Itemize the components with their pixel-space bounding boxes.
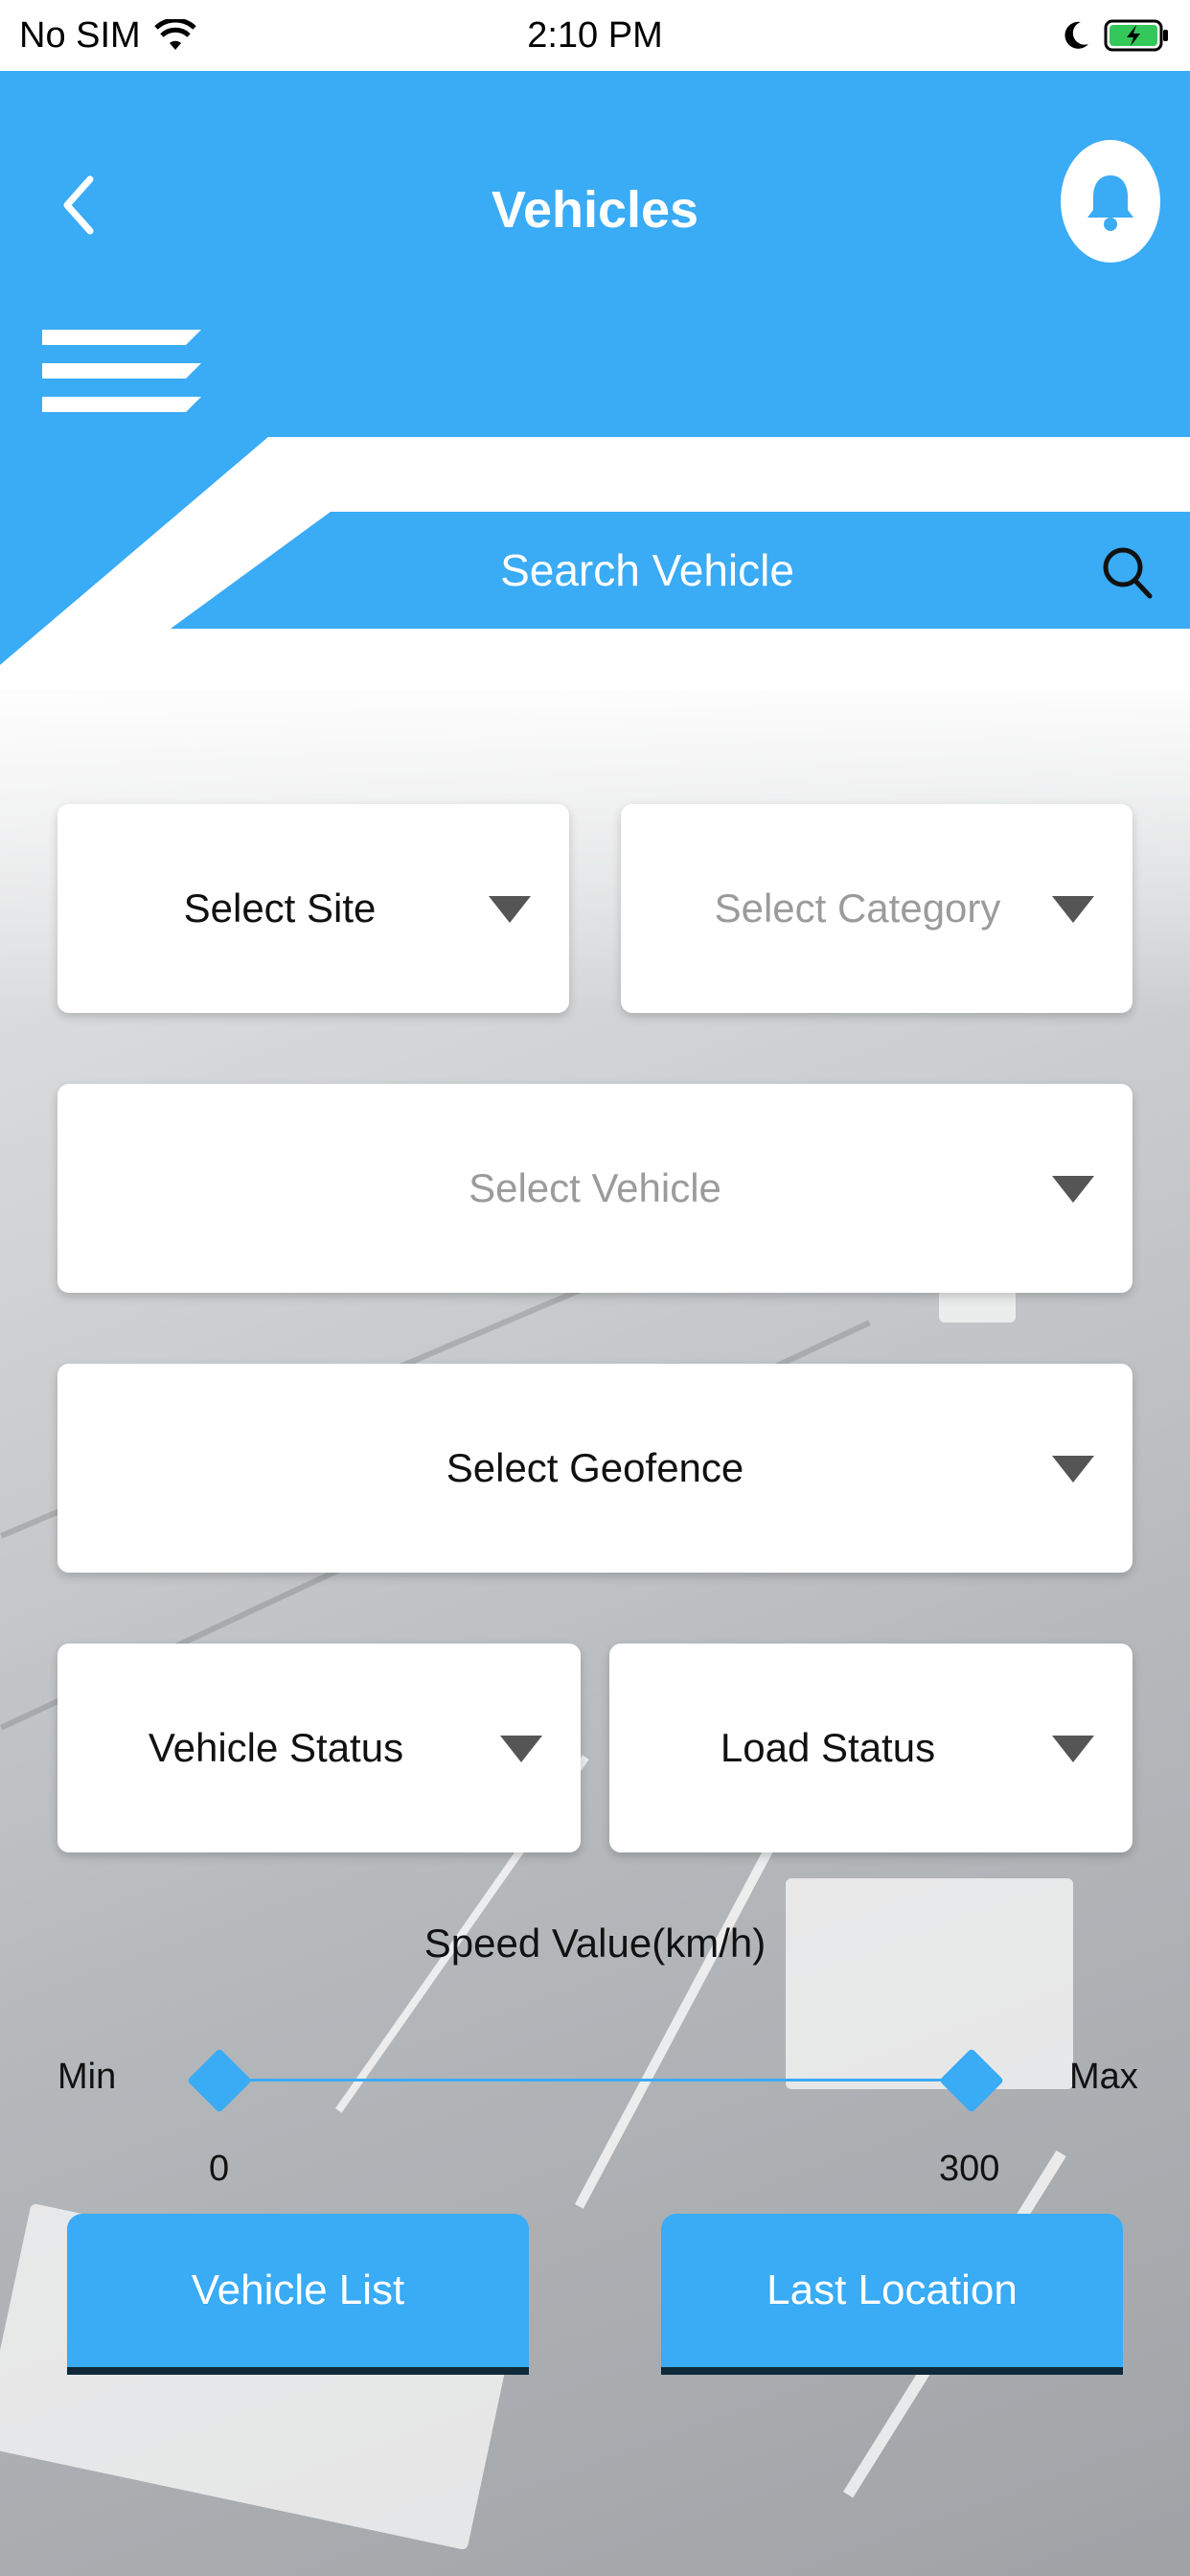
hamburger-menu-icon[interactable] <box>42 330 201 412</box>
vehicle-status-label: Vehicle Status <box>148 1725 404 1770</box>
notifications-button[interactable] <box>1061 140 1160 263</box>
select-site-dropdown[interactable]: Select Site <box>57 804 569 1013</box>
slider-min-label: Min <box>57 2057 117 2097</box>
select-category-label: Select Category <box>714 886 1001 931</box>
speed-title: Speed Value(km/h) <box>423 1920 767 1966</box>
select-vehicle-dropdown[interactable]: Select Vehicle <box>57 1084 1133 1293</box>
vehicle-status-dropdown[interactable]: Vehicle Status <box>57 1644 581 1852</box>
caret-down-icon <box>1052 1736 1094 1762</box>
load-status-dropdown[interactable]: Load Status <box>609 1644 1133 1852</box>
select-geofence-label: Select Geofence <box>446 1445 744 1490</box>
select-category-dropdown[interactable]: Select Category <box>621 804 1133 1013</box>
select-site-label: Select Site <box>183 886 377 931</box>
search-icon[interactable] <box>1102 546 1154 600</box>
select-geofence-dropdown[interactable]: Select Geofence <box>57 1364 1133 1573</box>
caret-down-icon <box>1052 896 1094 923</box>
caret-down-icon <box>489 896 531 923</box>
slider-max-label: Max <box>1069 2057 1138 2097</box>
caret-down-icon <box>1052 1176 1094 1203</box>
speed-range-track[interactable] <box>220 2079 973 2082</box>
speed-min-value: 0 <box>209 2149 230 2189</box>
select-vehicle-label: Select Vehicle <box>469 1165 721 1210</box>
page-title: Vehicles <box>491 181 699 239</box>
load-status-label: Load Status <box>720 1725 936 1770</box>
vehicle-list-button[interactable]: Vehicle List <box>67 2214 529 2375</box>
caret-down-icon <box>1052 1456 1094 1483</box>
caret-down-icon <box>500 1736 542 1762</box>
last-location-button[interactable]: Last Location <box>661 2214 1123 2375</box>
speed-max-value: 300 <box>939 2149 1000 2189</box>
bell-icon <box>1087 175 1133 231</box>
search-vehicle-field[interactable]: Search Vehicle <box>171 512 1038 629</box>
